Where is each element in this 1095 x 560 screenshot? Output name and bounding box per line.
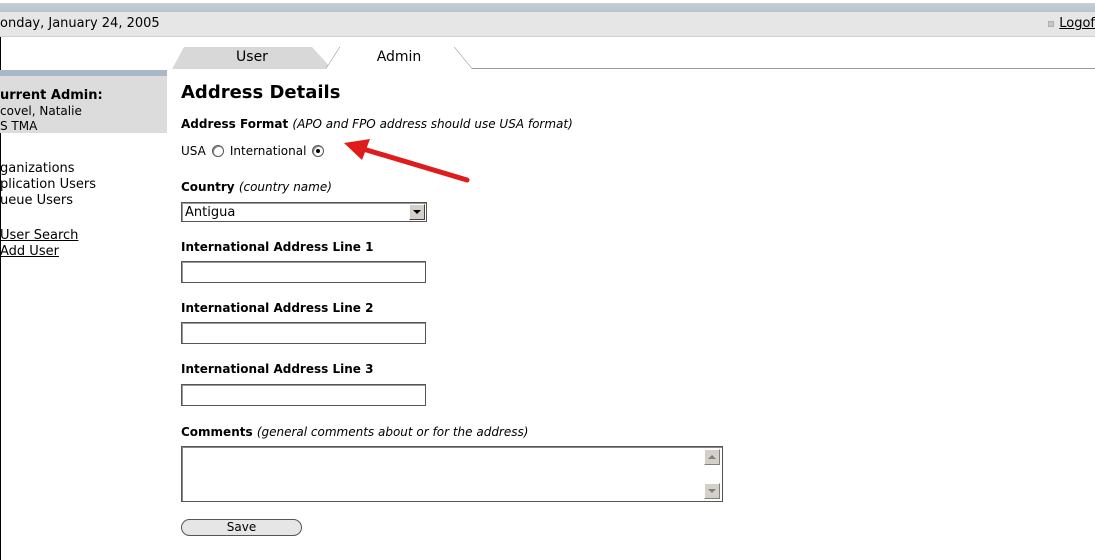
tab-baseline xyxy=(470,68,1095,69)
top-strip xyxy=(0,0,1095,12)
address-format-hint: (APO and FPO address should use USA form… xyxy=(292,117,573,131)
address-line-3-label: International Address Line 3 xyxy=(181,362,374,376)
page-title: Address Details xyxy=(181,82,341,103)
sidebar-item-queue-users[interactable]: ueue Users xyxy=(0,193,73,208)
comments-hint: (general comments about or for the addre… xyxy=(256,425,529,439)
sidebar-item-organizations[interactable]: ganizations xyxy=(0,161,75,176)
current-admin-name: covel, Natalie xyxy=(0,104,82,118)
comments-label: Comments (general comments about or for … xyxy=(181,425,529,439)
scroll-down-icon[interactable] xyxy=(704,483,720,499)
scroll-up-icon[interactable] xyxy=(704,449,720,465)
radio-international[interactable] xyxy=(312,145,325,157)
address-format-options: USA International xyxy=(181,144,330,158)
date-bar: onday, January 24, 2005 Logof xyxy=(0,12,1095,37)
comments-textarea[interactable] xyxy=(181,446,723,502)
radio-usa-label: USA xyxy=(181,144,206,158)
address-line-1-label: International Address Line 1 xyxy=(181,240,374,254)
address-line-3-input[interactable] xyxy=(181,384,426,406)
address-line-1-input[interactable] xyxy=(181,261,426,283)
tab-bar: User Admin xyxy=(0,47,1095,69)
country-label: Country (country name) xyxy=(181,180,332,194)
save-button[interactable]: Save xyxy=(181,519,302,536)
tab-admin[interactable]: Admin xyxy=(326,47,472,69)
country-select[interactable]: Antigua xyxy=(181,202,427,222)
add-user-link[interactable]: Add User xyxy=(0,244,59,259)
current-admin-heading: urrent Admin: xyxy=(0,88,103,103)
user-search-link[interactable]: User Search xyxy=(0,228,78,243)
annotation-arrow-icon xyxy=(344,139,470,183)
radio-usa[interactable] xyxy=(211,145,224,157)
address-format-label: Address Format (APO and FPO address shou… xyxy=(181,117,573,131)
country-selected-value: Antigua xyxy=(185,205,236,220)
tab-user-label: User xyxy=(236,49,268,65)
logoff-area: Logof xyxy=(1048,16,1095,31)
logoff-bullet-icon xyxy=(1048,20,1055,27)
chevron-down-icon[interactable] xyxy=(409,204,425,220)
country-hint: (country name) xyxy=(238,180,332,194)
tab-user[interactable]: User xyxy=(172,47,332,69)
radio-international-label: International xyxy=(229,144,307,158)
current-date: onday, January 24, 2005 xyxy=(0,16,160,31)
address-line-2-input[interactable] xyxy=(181,322,426,344)
current-admin-org: S TMA xyxy=(0,119,38,133)
address-line-2-label: International Address Line 2 xyxy=(181,301,374,315)
logoff-link[interactable]: Logof xyxy=(1059,16,1095,31)
current-admin-box: urrent Admin: covel, Natalie S TMA xyxy=(0,70,167,133)
tab-admin-label: Admin xyxy=(376,49,422,65)
sidebar-item-application-users[interactable]: plication Users xyxy=(0,177,96,192)
